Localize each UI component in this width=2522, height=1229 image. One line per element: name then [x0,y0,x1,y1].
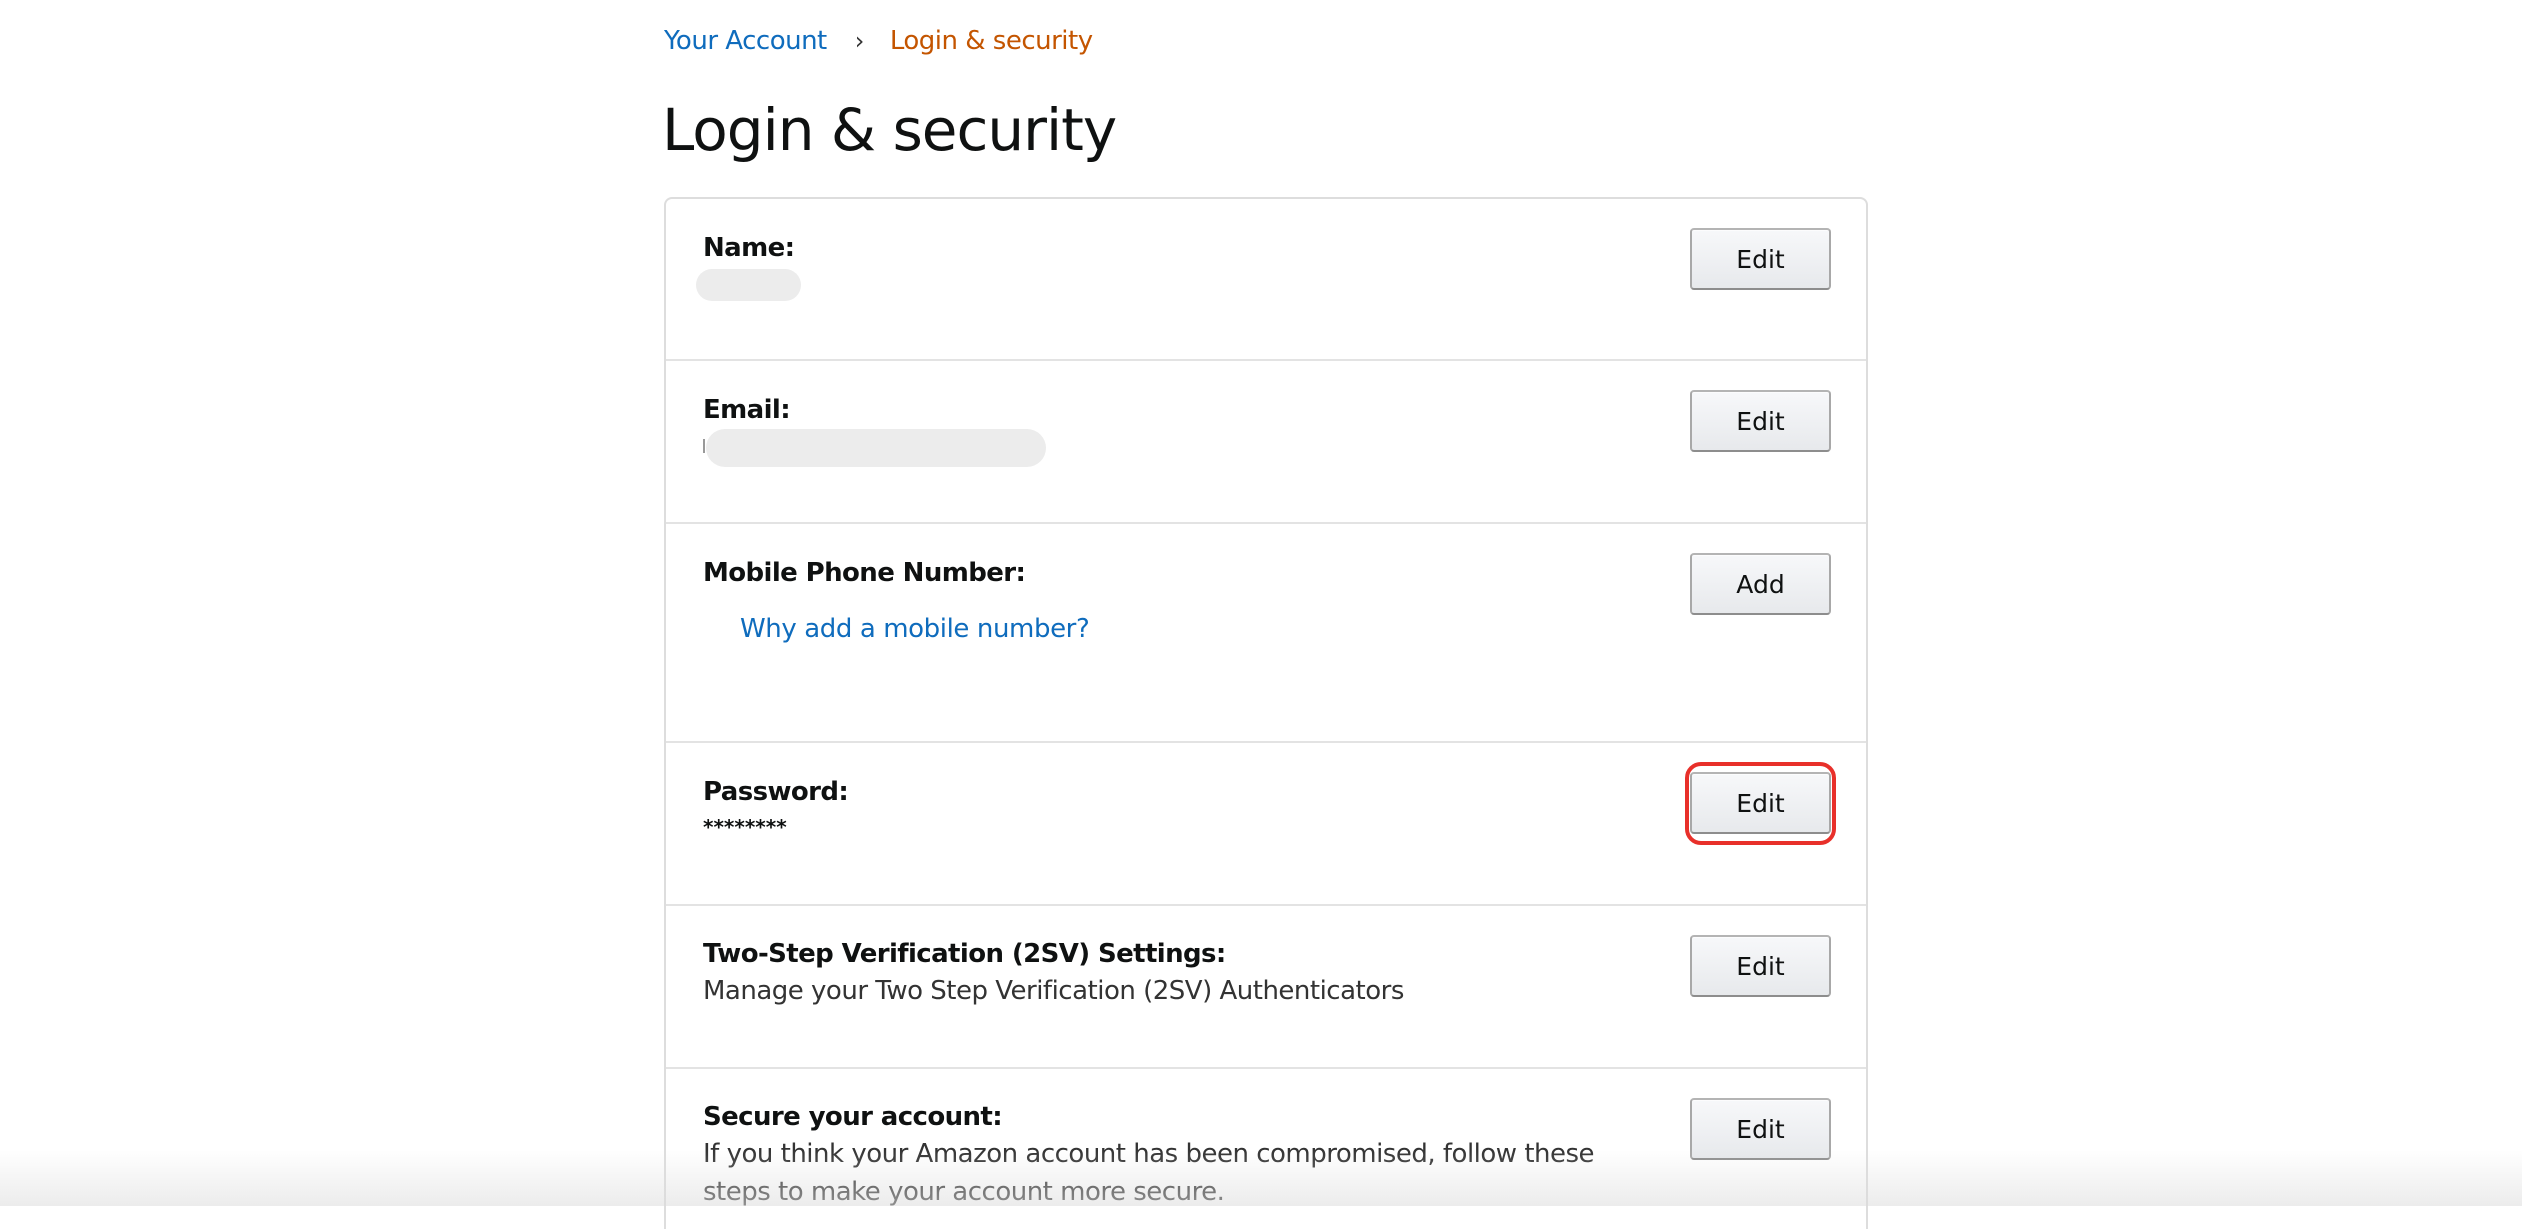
why-add-mobile-link[interactable]: Why add a mobile number? [740,614,1090,644]
two-step-verification-label: Two-Step Verification (2SV) Settings: [703,939,1226,969]
two-step-verification-description: Manage your Two Step Verification (2SV) … [703,976,1404,1006]
email-value-fragment [703,439,705,453]
name-label: Name: [703,233,795,263]
password-edit-button[interactable]: Edit [1690,772,1831,834]
email-label: Email: [703,395,791,425]
breadcrumb: Your Account › Login & security [664,26,1093,56]
password-edit-wrapper: Edit [1666,762,1866,845]
email-edit-button[interactable]: Edit [1690,390,1831,452]
name-value-redacted [696,269,801,301]
email-row: Email: Edit [666,361,1866,524]
breadcrumb-your-account-link[interactable]: Your Account [664,26,827,56]
name-edit-button[interactable]: Edit [1690,228,1831,290]
password-label: Password: [703,777,849,807]
two-step-verification-row: Two-Step Verification (2SV) Settings: Ma… [666,906,1866,1069]
email-value-redacted [706,429,1046,467]
mobile-phone-label: Mobile Phone Number: [703,558,1026,588]
mobile-phone-row: Mobile Phone Number: Why add a mobile nu… [666,524,1866,743]
mobile-add-button[interactable]: Add [1690,553,1831,615]
name-row: Name: Edit [666,199,1866,361]
breadcrumb-separator-icon: › [854,27,865,55]
secure-account-label: Secure your account: [703,1102,1003,1132]
login-security-card: Name: Edit Email: Edit Mobile Phone Numb… [664,197,1868,1229]
password-value: ******** [703,815,787,839]
two-step-verification-edit-button[interactable]: Edit [1690,935,1831,997]
secure-account-row: Secure your account: If you think your A… [666,1069,1866,1229]
secure-account-description: If you think your Amazon account has bee… [703,1139,1595,1207]
breadcrumb-current: Login & security [889,26,1093,56]
page-title: Login & security [662,96,1117,164]
password-row: Password: ******** Edit [666,743,1866,906]
secure-account-edit-button[interactable]: Edit [1690,1098,1831,1160]
